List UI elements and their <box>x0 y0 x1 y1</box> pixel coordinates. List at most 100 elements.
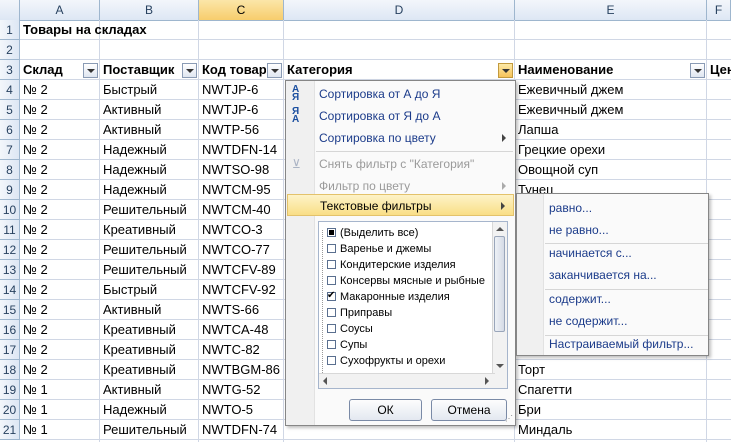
row-header[interactable]: 14 <box>0 280 20 300</box>
cell-sklad[interactable]: № 2 <box>20 260 100 280</box>
scroll-down-icon[interactable] <box>496 364 504 368</box>
submenu-ends-with[interactable]: заканчивается на... <box>549 264 657 286</box>
row-header[interactable]: 21 <box>0 420 20 440</box>
header-cell-b[interactable]: Поставщик <box>100 60 181 80</box>
list-vertical-scrollbar[interactable] <box>492 222 507 388</box>
cancel-button[interactable]: Отмена <box>431 399 507 421</box>
column-header-f[interactable]: F <box>707 0 731 20</box>
row-header[interactable]: 20 <box>0 400 20 420</box>
cell-code[interactable]: NWTS-66 <box>199 300 284 320</box>
cell-supplier[interactable]: Креативный <box>100 340 199 360</box>
filter-dropdown-icon[interactable] <box>182 63 197 78</box>
cell-supplier[interactable]: Решительный <box>100 240 199 260</box>
cell-name[interactable]: Ежевичный джем <box>515 100 707 120</box>
cell-sklad[interactable]: № 2 <box>20 100 100 120</box>
list-horizontal-scrollbar[interactable] <box>319 373 495 388</box>
ok-button[interactable]: ОК <box>349 399 422 421</box>
submenu-equals[interactable]: равно... <box>549 197 592 219</box>
row-header[interactable]: 1 <box>0 20 20 40</box>
row-header[interactable]: 17 <box>0 340 20 360</box>
cell-code[interactable]: NWTCFV-92 <box>199 280 284 300</box>
row-header[interactable]: 6 <box>0 120 20 140</box>
cell-code[interactable]: NWTO-5 <box>199 400 284 420</box>
filter-values-list[interactable]: (Выделить все) Варенье и джемы Кондитерски… <box>318 221 508 389</box>
cell-sklad[interactable]: № 2 <box>20 240 100 260</box>
scroll-up-icon[interactable] <box>496 227 504 231</box>
column-header-b[interactable]: B <box>100 0 199 20</box>
column-header-e[interactable]: E <box>515 0 707 20</box>
cell-code[interactable]: NWTBGM-86 <box>199 360 284 380</box>
cell-sklad[interactable]: № 2 <box>20 120 100 140</box>
row-header[interactable]: 3 <box>0 60 20 80</box>
scroll-left-icon[interactable] <box>323 377 327 385</box>
checkbox-icon[interactable] <box>327 243 336 253</box>
cell-sklad[interactable]: № 2 <box>20 160 100 180</box>
header-cell-f[interactable]: Цен <box>707 60 731 80</box>
cell-sklad[interactable]: № 2 <box>20 340 100 360</box>
checkbox-icon[interactable] <box>327 275 336 285</box>
row-header[interactable]: 18 <box>0 360 20 380</box>
filter-dropdown-icon[interactable] <box>498 63 513 78</box>
cell-supplier[interactable]: Активный <box>100 300 199 320</box>
cell-code[interactable]: NWTJP-6 <box>199 80 284 100</box>
filter-list-item[interactable]: Супы <box>327 337 367 353</box>
cell-sklad[interactable]: № 2 <box>20 320 100 340</box>
header-cell-e[interactable]: Наименование <box>515 60 689 80</box>
row-header[interactable]: 5 <box>0 100 20 120</box>
header-cell-c[interactable]: Код товар <box>199 60 266 80</box>
menu-text-filters[interactable]: Текстовые фильтры <box>287 194 514 216</box>
filter-list-item[interactable]: Консервы мясные и рыбные <box>327 273 485 289</box>
checkbox-icon[interactable] <box>327 355 336 365</box>
checkbox-icon[interactable] <box>327 307 336 317</box>
filter-list-item[interactable]: Макаронные изделия <box>327 288 450 305</box>
resize-grip-icon[interactable]: ⋰ <box>505 415 513 423</box>
cell-code[interactable]: NWTP-56 <box>199 120 284 140</box>
menu-sort-za[interactable]: ЯА Сортировка от Я до А <box>287 105 514 127</box>
row-header[interactable]: 2 <box>0 40 20 60</box>
row-header[interactable]: 10 <box>0 200 20 220</box>
row-header[interactable]: 7 <box>0 140 20 160</box>
cell-name[interactable]: Спагетти <box>515 380 707 400</box>
column-header-d[interactable]: D <box>284 0 515 20</box>
cell-code[interactable]: NWTDFN-14 <box>199 140 284 160</box>
cell-name[interactable]: Торт <box>515 360 707 380</box>
filter-list-item[interactable]: Сухофрукты и орехи <box>327 353 445 369</box>
cell-supplier[interactable]: Активный <box>100 100 199 120</box>
cell-code[interactable]: NWTCA-48 <box>199 320 284 340</box>
cell-supplier[interactable]: Быстрый <box>100 280 199 300</box>
checkbox-icon[interactable] <box>327 227 336 237</box>
cell-code[interactable]: NWTC-82 <box>199 340 284 360</box>
cell-name[interactable]: Грецкие орехи <box>515 140 707 160</box>
scroll-right-icon[interactable] <box>485 377 489 385</box>
submenu-contains[interactable]: содержит... <box>549 288 611 310</box>
cell-supplier[interactable]: Надежный <box>100 140 199 160</box>
header-cell-d[interactable]: Категория <box>284 60 497 80</box>
cell-code[interactable]: NWTCO-3 <box>199 220 284 240</box>
cell-sklad[interactable]: № 2 <box>20 300 100 320</box>
filter-list-item[interactable]: Соусы <box>327 321 373 337</box>
submenu-not-equals[interactable]: не равно... <box>549 219 609 241</box>
cell-sklad[interactable]: № 2 <box>20 280 100 300</box>
cell-code[interactable]: NWTCO-77 <box>199 240 284 260</box>
checkbox-icon[interactable] <box>327 259 336 269</box>
cell-supplier[interactable]: Креативный <box>100 360 199 380</box>
cell-sklad[interactable]: № 2 <box>20 140 100 160</box>
filter-list-item[interactable]: Приправы <box>327 305 392 321</box>
cell-supplier[interactable]: Надежный <box>100 400 199 420</box>
cell-supplier[interactable]: Решительный <box>100 260 199 280</box>
cell-sklad[interactable]: № 1 <box>20 380 100 400</box>
cell-sklad[interactable]: № 1 <box>20 400 100 420</box>
row-header[interactable]: 15 <box>0 300 20 320</box>
header-cell-a[interactable]: Склад <box>20 60 82 80</box>
row-header[interactable]: 16 <box>0 320 20 340</box>
cell-sklad[interactable]: № 2 <box>20 80 100 100</box>
cell-supplier[interactable]: Решительный <box>100 420 199 440</box>
cell-supplier[interactable]: Креативный <box>100 220 199 240</box>
cell-name[interactable]: Лапша <box>515 120 707 140</box>
filter-dropdown-icon[interactable] <box>83 63 98 78</box>
submenu-begins-with[interactable]: начинается с... <box>549 242 632 264</box>
column-header-c[interactable]: C <box>199 0 284 20</box>
select-all-corner[interactable] <box>0 0 20 20</box>
cell-name[interactable]: Бри <box>515 400 707 420</box>
cell-supplier[interactable]: Быстрый <box>100 80 199 100</box>
